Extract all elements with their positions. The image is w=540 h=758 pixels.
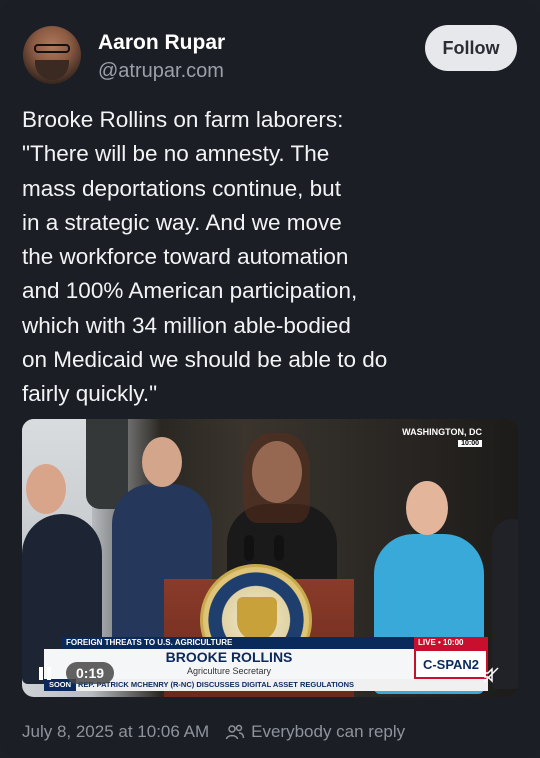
pause-icon[interactable]: [34, 662, 56, 684]
location-label: WASHINGTON, DC 10:00: [402, 427, 482, 447]
person-woman-blue-head: [406, 481, 448, 535]
live-badge: LIVE • 10:00: [414, 637, 488, 649]
post-meta: July 8, 2025 at 10:06 AM Everybody can r…: [22, 722, 405, 742]
avatar-beard: [35, 60, 69, 80]
post-card: Aaron Rupar @atrupar.com Follow Brooke R…: [0, 0, 540, 758]
author-handle[interactable]: @atrupar.com: [98, 60, 224, 83]
video-player[interactable]: WASHINGTON, DC 10:00 FOREIGN THREATS TO …: [22, 419, 518, 697]
microphone: [244, 535, 254, 561]
location-text: WASHINGTON, DC: [402, 427, 482, 437]
person-man-blue-head: [142, 437, 182, 487]
mute-icon[interactable]: [480, 664, 502, 686]
reply-setting: Everybody can reply: [225, 722, 405, 742]
video-frame: WASHINGTON, DC 10:00 FOREIGN THREATS TO …: [22, 419, 518, 697]
follow-button[interactable]: Follow: [425, 25, 517, 71]
reply-setting-label: Everybody can reply: [251, 722, 406, 741]
post-text: Brooke Rollins on farm laborers: "There …: [22, 107, 388, 407]
post-timestamp[interactable]: July 8, 2025 at 10:06 AM: [22, 722, 209, 742]
person-speaker-hair: [244, 433, 310, 523]
network-logo: C-SPAN2: [414, 649, 488, 679]
location-clock: 10:00: [458, 440, 482, 447]
people-icon: [225, 724, 245, 740]
microphone: [274, 535, 284, 561]
author-name[interactable]: Aaron Rupar: [98, 31, 225, 55]
author-avatar[interactable]: [23, 26, 81, 84]
video-timecode: 0:19: [66, 662, 115, 684]
avatar-glasses: [34, 44, 70, 53]
person-left-head: [26, 464, 66, 514]
